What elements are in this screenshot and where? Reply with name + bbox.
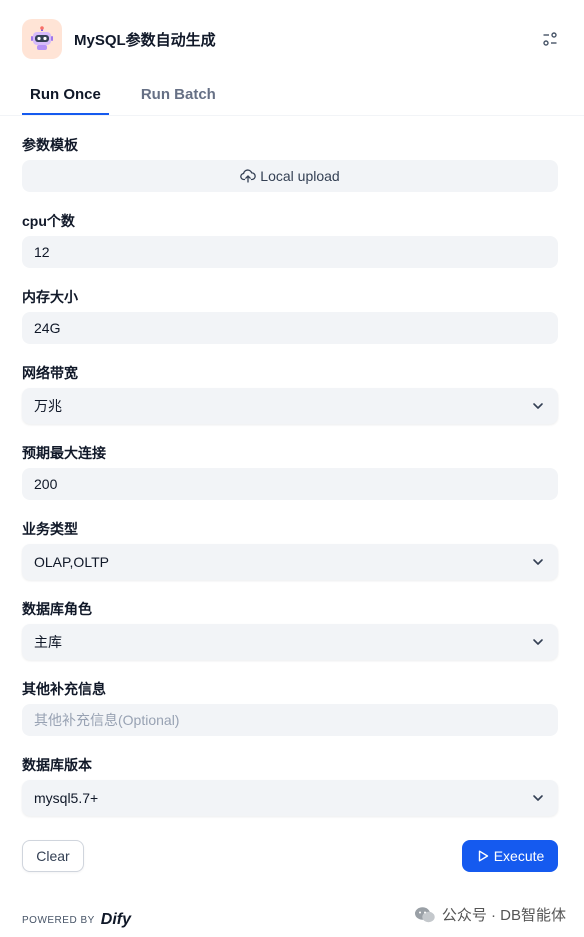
cpu-input[interactable]: 12 [22,236,558,268]
field-bandwidth: 网络带宽 万兆 [22,363,558,443]
business-type-select[interactable]: OLAP,OLTP [22,544,558,580]
cpu-value: 12 [34,244,50,260]
cpu-label: cpu个数 [22,213,75,229]
play-icon [478,850,488,862]
field-max-connections: 预期最大连接 200 [22,443,558,519]
tab-divider [0,115,584,116]
run-form: 参数模板 Local upload cpu个数 12 内存大小 24G 网络带宽… [22,135,558,835]
execute-button[interactable]: Execute [462,840,558,872]
form-actions: Clear Execute [22,840,558,872]
wechat-icon [414,906,435,922]
tab-run-once[interactable]: Run Once [22,80,109,115]
field-memory: 内存大小 24G [22,287,558,363]
tab-bar: Run Once Run Batch [22,80,248,115]
max-connections-label: 预期最大连接 [22,445,106,461]
app-header: MySQL参数自动生成 [22,19,562,59]
extra-info-label: 其他补充信息 [22,681,106,697]
business-type-value: OLAP,OLTP [34,554,109,570]
business-type-label: 业务类型 [22,521,78,537]
db-version-value: mysql5.7+ [34,790,99,806]
chevron-down-icon [533,639,543,645]
chevron-down-icon [533,403,543,409]
watermark-text: 公众号 · DB智能体 [441,907,566,924]
bandwidth-value: 万兆 [34,398,62,414]
field-template: 参数模板 Local upload [22,135,558,211]
settings-button[interactable] [538,27,562,51]
local-upload-button[interactable]: Local upload [22,160,558,192]
chevron-down-icon [533,795,543,801]
field-extra-info: 其他补充信息 其他补充信息(Optional) [22,679,558,755]
execute-label: Execute [493,848,545,864]
dify-logo[interactable]: Dify [101,911,131,929]
watermark: 公众号 · DB智能体 [414,904,566,925]
db-role-label: 数据库角色 [22,601,92,617]
memory-input[interactable]: 24G [22,312,558,344]
bandwidth-select[interactable]: 万兆 [22,388,558,424]
clear-button[interactable]: Clear [22,840,84,872]
memory-label: 内存大小 [22,289,78,305]
field-db-version: 数据库版本 mysql5.7+ [22,755,558,835]
db-role-value: 主库 [34,634,62,650]
memory-value: 24G [34,320,61,336]
extra-info-placeholder: 其他补充信息(Optional) [34,712,180,728]
db-version-select[interactable]: mysql5.7+ [22,780,558,816]
upload-label: Local upload [260,168,340,184]
max-connections-input[interactable]: 200 [22,468,558,500]
footer: POWERED BY Dify [22,910,131,930]
field-cpu: cpu个数 12 [22,211,558,287]
tab-run-batch[interactable]: Run Batch [133,80,224,115]
robot-icon [22,19,62,59]
field-db-role: 数据库角色 主库 [22,599,558,679]
max-connections-value: 200 [34,476,58,492]
field-business-type: 业务类型 OLAP,OLTP [22,519,558,599]
bandwidth-label: 网络带宽 [22,365,78,381]
db-role-select[interactable]: 主库 [22,624,558,660]
app-title: MySQL参数自动生成 [74,31,216,49]
cloud-upload-icon [240,168,257,184]
extra-info-input[interactable]: 其他补充信息(Optional) [22,704,558,736]
powered-by-text: POWERED BY [22,914,95,926]
sliders-icon [543,32,557,46]
chevron-down-icon [533,559,543,565]
db-version-label: 数据库版本 [22,757,92,773]
template-label: 参数模板 [22,137,78,153]
